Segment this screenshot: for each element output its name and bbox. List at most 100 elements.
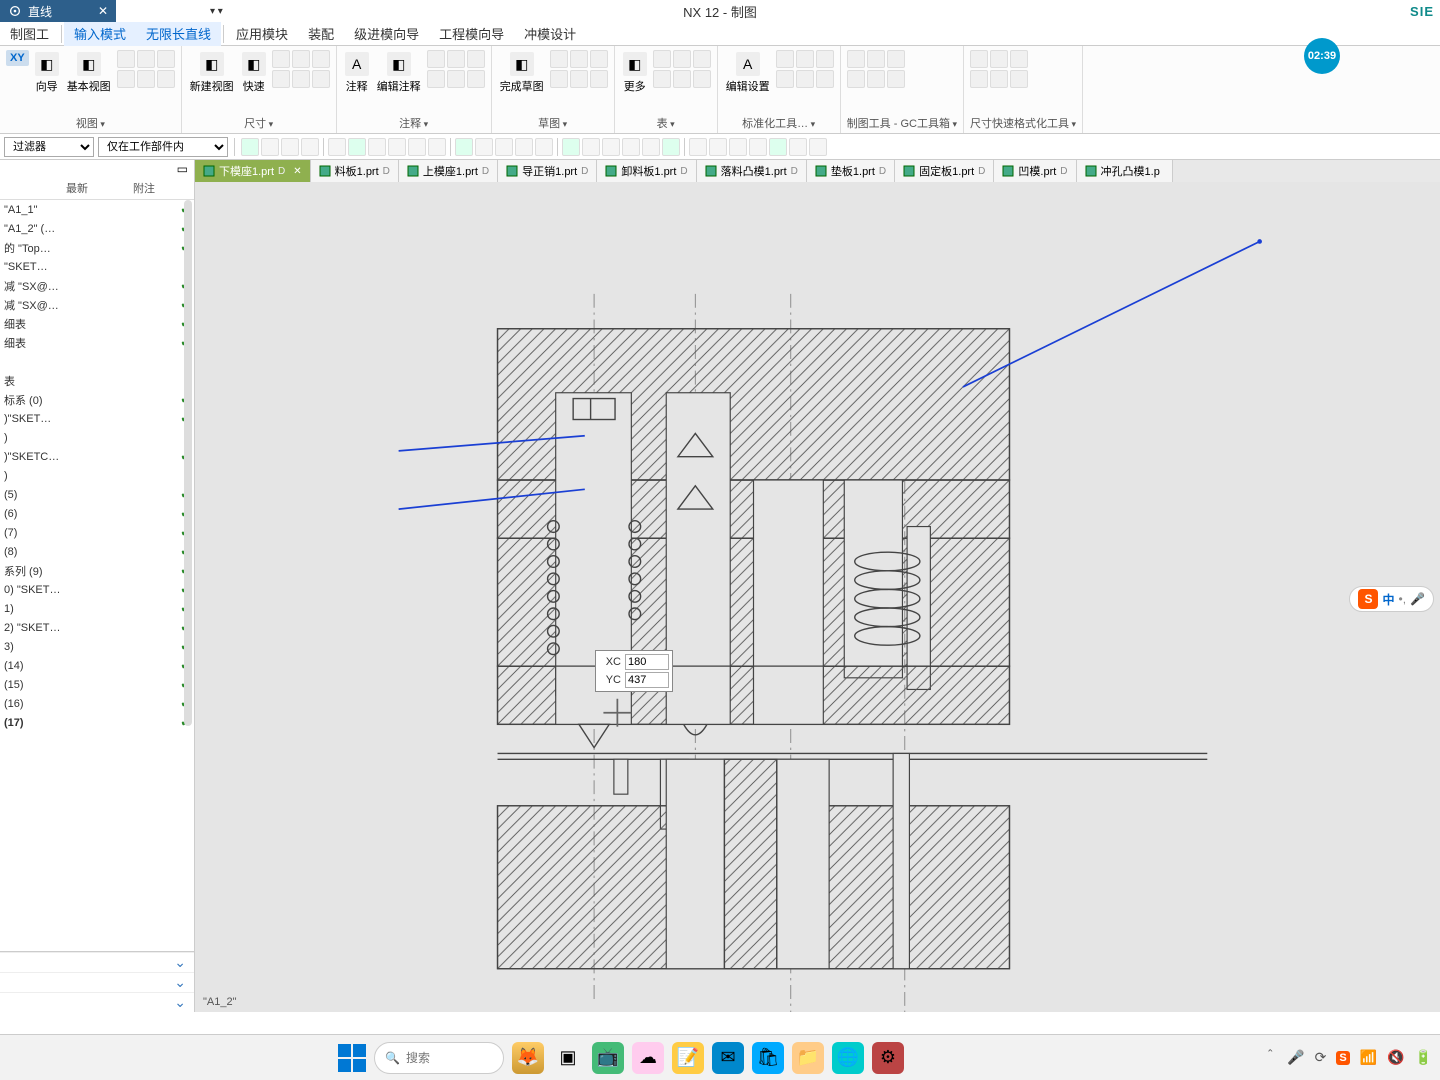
tree-row[interactable]: "SKET… xyxy=(0,257,194,276)
collapse-row-2[interactable]: ⌄ xyxy=(0,972,194,992)
doc-tab-垫板1.prt[interactable]: 垫板1.prtD xyxy=(807,160,895,182)
ribbon-btn-更多[interactable]: ◧更多 xyxy=(621,50,649,96)
app-mail[interactable]: ✉ xyxy=(712,1042,744,1074)
doc-tab-固定板1.prt[interactable]: 固定板1.prtD xyxy=(895,160,994,182)
ribbon-small-icon[interactable] xyxy=(590,50,608,68)
start-button[interactable] xyxy=(338,1044,366,1072)
ribbon-small-icon[interactable] xyxy=(427,50,445,68)
ime-mode[interactable]: 中 xyxy=(1382,591,1394,608)
tree-row[interactable]: 表 xyxy=(0,371,194,390)
ribbon-small-icon[interactable] xyxy=(867,70,885,88)
taskbar-search[interactable]: 🔍 xyxy=(374,1042,504,1074)
ribbon-small-icon[interactable] xyxy=(653,70,671,88)
mode-tab[interactable]: 直线 ✕ xyxy=(0,0,116,22)
menu-工程模向导[interactable]: 工程模向导 xyxy=(429,22,514,46)
tree-row[interactable]: (6)✔ xyxy=(0,504,194,523)
toolbar-icon-18[interactable] xyxy=(622,138,640,156)
toolbar-icon-10[interactable] xyxy=(455,138,473,156)
ribbon-small-icon[interactable] xyxy=(157,50,175,68)
ribbon-small-icon[interactable] xyxy=(816,70,834,88)
ribbon-small-icon[interactable] xyxy=(447,70,465,88)
toolbar-icon-15[interactable] xyxy=(562,138,580,156)
toolbar-icon-11[interactable] xyxy=(475,138,493,156)
ribbon-small-icon[interactable] xyxy=(590,70,608,88)
toolbar-icon-13[interactable] xyxy=(515,138,533,156)
ribbon-small-icon[interactable] xyxy=(693,70,711,88)
tree-row[interactable]: (14)✔ xyxy=(0,656,194,675)
dropdown-icon[interactable]: ▾ ▾ xyxy=(210,6,223,17)
toolbar-icon-24[interactable] xyxy=(749,138,767,156)
app-notes[interactable]: 📝 xyxy=(672,1042,704,1074)
toolbar-icon-2[interactable] xyxy=(281,138,299,156)
ribbon-small-icon[interactable] xyxy=(550,50,568,68)
tree-row[interactable]: (15)✔ xyxy=(0,675,194,694)
workpart-select[interactable]: 仅在工作部件内 xyxy=(98,137,228,157)
close-icon[interactable]: ✕ xyxy=(293,166,301,177)
app-task-view[interactable]: ▣ xyxy=(552,1042,584,1074)
tree-row[interactable]: 系列 (9)✔ xyxy=(0,561,194,580)
doc-tab-导正销1.prt[interactable]: 导正销1.prtD xyxy=(498,160,597,182)
ribbon-small-icon[interactable] xyxy=(570,50,588,68)
toolbar-icon-12[interactable] xyxy=(495,138,513,156)
ribbon-small-icon[interactable] xyxy=(990,70,1008,88)
drawing-viewport[interactable] xyxy=(195,182,1440,1012)
sogou-icon[interactable]: S xyxy=(1358,589,1378,609)
ribbon-small-icon[interactable] xyxy=(847,70,865,88)
toolbar-icon-3[interactable] xyxy=(301,138,319,156)
system-tray[interactable]: ＾ 🎤 ⟳ S 📶 🔇 🔋 xyxy=(1263,1048,1432,1068)
tray-sogou-icon[interactable]: S xyxy=(1336,1051,1349,1065)
tree-body[interactable]: "A1_1"✔"A1_2" (…✔的 "Top…✔"SKET…减 "SX@…✔减… xyxy=(0,200,194,951)
toolbar-icon-7[interactable] xyxy=(388,138,406,156)
doc-tab-落料凸模1.prt[interactable]: 落料凸模1.prtD xyxy=(697,160,807,182)
toolbar-icon-1[interactable] xyxy=(261,138,279,156)
toolbar-icon-4[interactable] xyxy=(328,138,346,156)
drawing-canvas[interactable]: 下模座1.prtD✕料板1.prtD上模座1.prtD导正销1.prtD卸料板1… xyxy=(195,160,1440,1012)
toolbar-icon-19[interactable] xyxy=(642,138,660,156)
tree-row[interactable]: (17)✔ xyxy=(0,713,194,732)
ribbon-small-icon[interactable] xyxy=(137,50,155,68)
ribbon-small-icon[interactable] xyxy=(970,70,988,88)
ribbon-small-icon[interactable] xyxy=(427,70,445,88)
close-icon[interactable]: ✕ xyxy=(98,4,108,18)
tree-row[interactable]: )"SKETC…✔ xyxy=(0,447,194,466)
ribbon-small-icon[interactable] xyxy=(796,50,814,68)
ribbon-small-icon[interactable] xyxy=(776,50,794,68)
menu-级进模向导[interactable]: 级进模向导 xyxy=(344,22,429,46)
tree-row[interactable]: ) xyxy=(0,466,194,485)
menu-制图工[interactable]: 制图工 xyxy=(0,22,59,46)
ribbon-small-icon[interactable] xyxy=(653,50,671,68)
app-video[interactable]: 📺 xyxy=(592,1042,624,1074)
mic-icon[interactable]: 🎤 xyxy=(1410,592,1425,606)
toolbar-icon-23[interactable] xyxy=(729,138,747,156)
tree-row[interactable]: 的 "Top…✔ xyxy=(0,238,194,257)
tree-row[interactable]: (8)✔ xyxy=(0,542,194,561)
ribbon-btn-编辑注释[interactable]: ◧编辑注释 xyxy=(375,50,423,96)
ribbon-btn-向导[interactable]: ◧向导 xyxy=(33,50,61,96)
ribbon-small-icon[interactable] xyxy=(1010,70,1028,88)
tree-row[interactable]: 0) "SKET…✔ xyxy=(0,580,194,599)
tray-sync-icon[interactable]: ⟳ xyxy=(1315,1049,1327,1066)
tree-row[interactable] xyxy=(0,352,194,371)
app-edge[interactable]: 🌐 xyxy=(832,1042,864,1074)
collapse-row-3[interactable]: ⌄ xyxy=(0,992,194,1012)
tray-mic-icon[interactable]: 🎤 xyxy=(1287,1049,1304,1066)
menu-输入模式[interactable]: 输入模式 xyxy=(64,22,136,46)
tree-row[interactable]: (16)✔ xyxy=(0,694,194,713)
toolbar-icon-17[interactable] xyxy=(602,138,620,156)
ribbon-small-icon[interactable] xyxy=(693,50,711,68)
ribbon-small-icon[interactable] xyxy=(887,50,905,68)
yc-field[interactable] xyxy=(625,672,669,688)
ribbon-small-icon[interactable] xyxy=(796,70,814,88)
tree-row[interactable]: 减 "SX@…✔ xyxy=(0,295,194,314)
ribbon-small-icon[interactable] xyxy=(816,50,834,68)
tray-wifi-icon[interactable]: 📶 xyxy=(1360,1049,1377,1066)
toolbar-icon-9[interactable] xyxy=(428,138,446,156)
tree-row[interactable]: 细表✔ xyxy=(0,314,194,333)
tree-row[interactable]: 细表✔ xyxy=(0,333,194,352)
ribbon-small-icon[interactable] xyxy=(447,50,465,68)
tree-col-note[interactable]: 附注 xyxy=(127,178,194,199)
toolbar-icon-26[interactable] xyxy=(789,138,807,156)
tree-row[interactable]: (5)✔ xyxy=(0,485,194,504)
tree-row[interactable]: ) xyxy=(0,428,194,447)
filter-select[interactable]: 过滤器 xyxy=(4,137,94,157)
